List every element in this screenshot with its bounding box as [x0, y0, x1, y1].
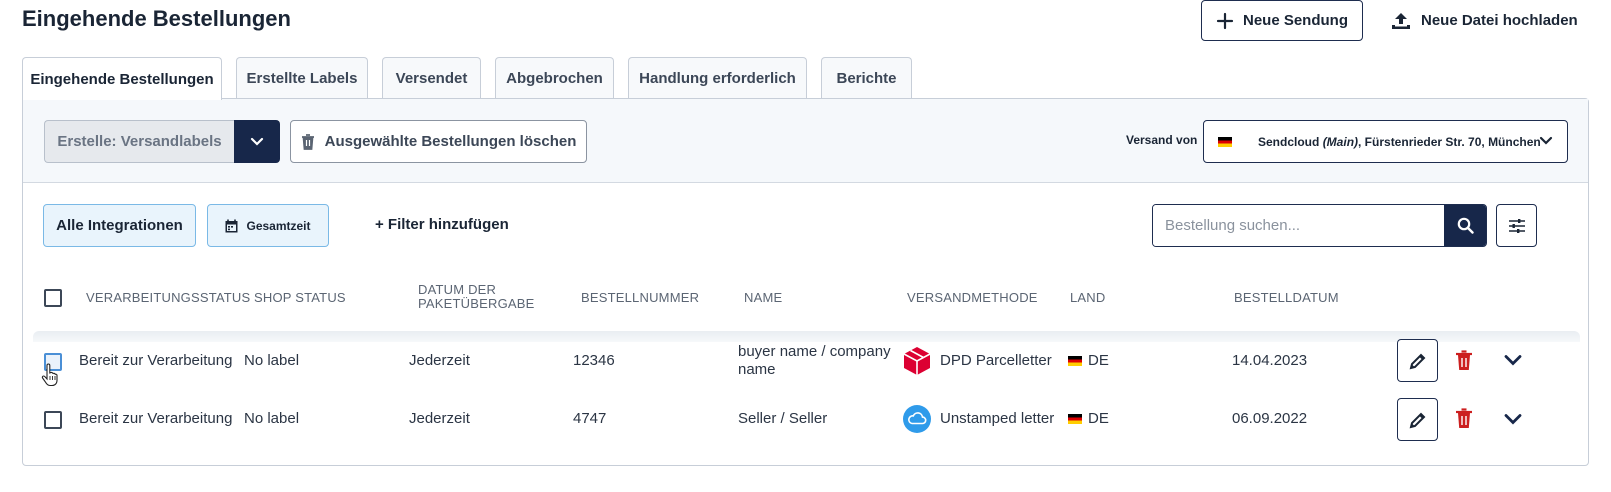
tab-incoming-orders[interactable]: Eingehende Bestellungen: [22, 57, 222, 100]
shop-status-cell: No label: [244, 410, 300, 427]
trash-icon: [301, 133, 315, 150]
tab-action-required[interactable]: Handlung erforderlich: [628, 57, 807, 99]
expand-row-button[interactable]: [1504, 413, 1522, 425]
delete-order-button[interactable]: [1455, 350, 1473, 371]
order-number-cell: 4747: [573, 410, 607, 427]
cloud-icon: [903, 405, 931, 433]
handover-date-cell: Jederzeit: [409, 352, 470, 369]
period-filter-label: Gesamtzeit: [246, 218, 311, 233]
germany-flag-icon: [1068, 356, 1082, 366]
name-cell: Seller / Seller: [738, 410, 828, 427]
chevron-down-icon: [1539, 136, 1553, 146]
hand-cursor-icon: [41, 363, 59, 387]
shipping-method-cell: Unstamped letter: [903, 405, 1054, 433]
tab-reports[interactable]: Berichte: [821, 57, 912, 99]
expand-row-button[interactable]: [1504, 354, 1522, 366]
country-cell: DE: [1068, 352, 1109, 370]
search-icon: [1457, 217, 1474, 234]
delete-selected-orders-button[interactable]: Ausgewählte Bestellungen löschen: [290, 120, 587, 163]
table-header-divider: [33, 331, 1580, 342]
chevron-down-icon: [1504, 414, 1522, 425]
column-settings-button[interactable]: [1496, 204, 1537, 247]
order-number-cell: 12346: [573, 352, 615, 369]
ship-from-label: Versand von: [1126, 133, 1198, 147]
country-cell: DE: [1068, 410, 1109, 428]
page-title: Eingehende Bestellungen: [22, 6, 291, 31]
trash-icon: [1456, 408, 1472, 428]
trash-icon: [1456, 350, 1472, 370]
order-search-input[interactable]: [1153, 205, 1443, 246]
pencil-icon: [1409, 411, 1427, 429]
edit-order-button[interactable]: [1397, 398, 1438, 441]
dpd-logo-icon: [903, 346, 931, 376]
order-date-cell: 06.09.2022: [1232, 410, 1308, 427]
ship-from-address: Sendcloud (Main), Fürstenrieder Str. 70,…: [1258, 134, 1541, 149]
new-shipment-label: Neue Sendung: [1242, 12, 1348, 29]
edit-order-button[interactable]: [1397, 339, 1438, 382]
ship-from-select[interactable]: Sendcloud (Main), Fürstenrieder Str. 70,…: [1203, 120, 1568, 163]
upload-file-button[interactable]: Neue Datei hochladen: [1390, 0, 1578, 41]
header-processing-status[interactable]: VERARBEITUNGSSTATUS: [86, 291, 250, 305]
order-search: [1152, 204, 1487, 247]
header-shop-status[interactable]: SHOP STATUS: [254, 291, 346, 305]
chevron-down-icon: [250, 137, 264, 147]
name-cell: buyer name / company name: [738, 343, 891, 378]
order-date-cell: 14.04.2023: [1232, 352, 1308, 369]
calendar-icon: [225, 219, 238, 233]
plus-icon: [1216, 12, 1234, 30]
sliders-icon: [1508, 218, 1526, 234]
create-labels-button[interactable]: Erstelle: Versandlabels: [44, 120, 234, 163]
tab-shipped[interactable]: Versendet: [382, 57, 481, 99]
tab-created-labels[interactable]: Erstellte Labels: [236, 57, 368, 99]
delete-selected-label: Ausgewählte Bestellungen löschen: [324, 133, 577, 150]
period-filter[interactable]: Gesamtzeit: [207, 204, 329, 247]
shop-status-cell: No label: [244, 352, 300, 369]
header-handover-date[interactable]: DATUM DER PAKETÜBERGABE: [418, 283, 535, 311]
tab-bar: Eingehende Bestellungen Erstellte Labels…: [22, 57, 926, 100]
header-order-number[interactable]: BESTELLNUMMER: [581, 291, 699, 305]
handover-date-cell: Jederzeit: [409, 410, 470, 427]
upload-icon: [1390, 11, 1412, 31]
shipping-method-cell: DPD Parcelletter: [903, 347, 1052, 375]
select-all-checkbox[interactable]: [44, 289, 62, 307]
row-checkbox[interactable]: [44, 411, 62, 429]
header-name[interactable]: NAME: [744, 291, 782, 305]
search-button[interactable]: [1444, 205, 1486, 246]
delete-order-button[interactable]: [1455, 408, 1473, 429]
upload-file-label: Neue Datei hochladen: [1421, 12, 1578, 29]
germany-flag-icon: [1068, 414, 1082, 424]
tab-cancelled[interactable]: Abgebrochen: [495, 57, 614, 99]
chevron-down-icon: [1504, 355, 1522, 366]
all-integrations-filter[interactable]: Alle Integrationen: [43, 204, 196, 247]
processing-status-cell: Bereit zur Verarbeitung: [79, 352, 233, 369]
pencil-icon: [1409, 352, 1427, 370]
processing-status-cell: Bereit zur Verarbeitung: [79, 410, 233, 427]
header-country[interactable]: LAND: [1070, 291, 1105, 305]
germany-flag-icon: [1218, 136, 1232, 147]
header-shipping-method[interactable]: VERSANDMETHODE: [907, 291, 1038, 305]
header-order-date[interactable]: BESTELLDATUM: [1234, 291, 1339, 305]
orders-panel: Erstelle: Versandlabels Ausgewählte Best…: [22, 98, 1589, 466]
create-options-dropdown[interactable]: [234, 120, 280, 163]
new-shipment-button[interactable]: Neue Sendung: [1201, 0, 1363, 41]
add-filter-link[interactable]: + Filter hinzufügen: [375, 216, 509, 233]
bulk-action-bar: Erstelle: Versandlabels Ausgewählte Best…: [23, 99, 1588, 183]
